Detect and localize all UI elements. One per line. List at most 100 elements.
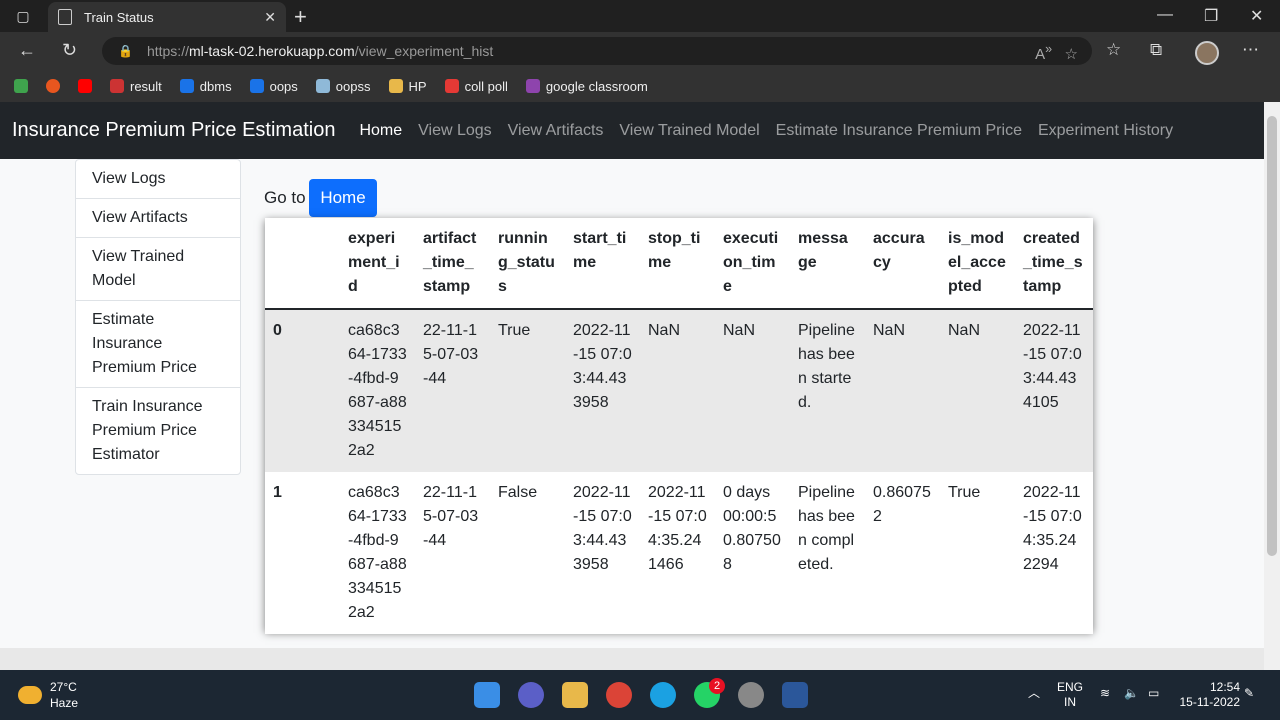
bookmark-item[interactable]: oops bbox=[249, 79, 298, 94]
new-tab-icon[interactable]: + bbox=[294, 4, 307, 30]
favorites-icon[interactable]: ☆ bbox=[1106, 40, 1121, 60]
bookmark-item[interactable] bbox=[78, 79, 92, 93]
windows-taskbar: 27°C Haze ︿ ENG IN ≋ 🔈 ▭ 12:54 15-11-2022 ✎ bbox=[0, 670, 1280, 720]
bookmark-item[interactable]: HP bbox=[388, 79, 427, 94]
sidebar-item-estimate-premium[interactable]: Estimate Insurance Premium Price bbox=[76, 301, 240, 388]
file-explorer-icon[interactable] bbox=[562, 682, 588, 708]
table-cell: 2022-11-15 07:04:35.242294 bbox=[1015, 472, 1093, 634]
scrollbar-thumb[interactable] bbox=[1267, 116, 1277, 556]
language-indicator[interactable]: ENG IN bbox=[1057, 680, 1083, 710]
table-header: start_time bbox=[565, 218, 640, 310]
table-cell: True bbox=[940, 472, 1015, 634]
weather-condition: Haze bbox=[50, 696, 79, 710]
page-viewport: Insurance Premium Price Estimation Home … bbox=[0, 102, 1264, 648]
bookmarks-bar: result dbms oops oopss HP coll poll goog… bbox=[0, 70, 1280, 102]
battery-icon[interactable]: ▭ bbox=[1148, 686, 1159, 701]
refresh-icon[interactable]: ↻ bbox=[62, 40, 77, 61]
horizontal-scrollbar[interactable] bbox=[0, 648, 1264, 670]
sidebar-item-train-estimator[interactable]: Train Insurance Premium Price Estimator bbox=[76, 388, 240, 474]
table-row: 1 ca68c364-1733-4fbd-9687-a883345152a2 2… bbox=[265, 472, 1093, 634]
table-cell: 0.860752 bbox=[865, 472, 940, 634]
bookmark-item[interactable]: coll poll bbox=[444, 79, 508, 94]
sidebar-item-view-trained-model[interactable]: View Trained Model bbox=[76, 238, 240, 301]
page-icon bbox=[58, 9, 72, 25]
word-icon[interactable] bbox=[782, 682, 808, 708]
table-cell: ca68c364-1733-4fbd-9687-a883345152a2 bbox=[340, 309, 415, 472]
lock-icon[interactable]: 🔒 bbox=[118, 44, 133, 58]
clock[interactable]: 12:54 15-11-2022 bbox=[1180, 680, 1241, 710]
wifi-icon[interactable]: ≋ bbox=[1100, 686, 1110, 701]
settings-gear-icon[interactable] bbox=[738, 682, 764, 708]
bookmark-item[interactable]: result bbox=[110, 79, 162, 94]
result-icon bbox=[110, 79, 124, 93]
sidebar-item-view-logs[interactable]: View Logs bbox=[76, 160, 240, 199]
edge-e-icon bbox=[249, 79, 264, 93]
read-aloud-icon[interactable]: A» ☆ bbox=[1035, 42, 1078, 63]
more-menu-icon[interactable]: ⋯ bbox=[1242, 40, 1259, 60]
close-window-icon[interactable]: ✕ bbox=[1250, 6, 1263, 26]
table-header: execution_time bbox=[715, 218, 790, 310]
youtube-icon bbox=[78, 79, 92, 93]
tab-title: Train Status bbox=[84, 9, 154, 25]
nav-home[interactable]: Home bbox=[359, 122, 402, 140]
table-cell: ca68c364-1733-4fbd-9687-a883345152a2 bbox=[340, 472, 415, 634]
edge-icon[interactable] bbox=[650, 682, 676, 708]
chrome-icon[interactable] bbox=[606, 682, 632, 708]
table-cell: 2022-11-15 07:03:44.433958 bbox=[565, 309, 640, 472]
table-cell: NaN bbox=[865, 309, 940, 472]
site-navbar: Insurance Premium Price Estimation Home … bbox=[0, 102, 1264, 159]
collections-icon[interactable]: ⧉ bbox=[1150, 40, 1162, 60]
weather-haze-icon bbox=[18, 686, 42, 704]
bookmark-item[interactable] bbox=[46, 79, 60, 93]
table-cell: Pipeline has been started. bbox=[790, 309, 865, 472]
nav-view-trained-model[interactable]: View Trained Model bbox=[619, 122, 759, 140]
whatsapp-badge: 2 bbox=[709, 678, 725, 694]
teams-chat-icon[interactable] bbox=[518, 682, 544, 708]
table-header: created_time_stamp bbox=[1015, 218, 1093, 310]
weather-widget[interactable]: 27°C Haze bbox=[18, 679, 78, 711]
browser-tab[interactable]: Train Status ✕ bbox=[48, 2, 286, 32]
notification-icon[interactable]: ✎ bbox=[1244, 686, 1254, 701]
start-icon[interactable] bbox=[474, 682, 500, 708]
nav-view-artifacts[interactable]: View Artifacts bbox=[508, 122, 604, 140]
green-glyph-icon bbox=[14, 79, 28, 93]
table-cell: 0 bbox=[265, 309, 340, 472]
volume-icon[interactable]: 🔈 bbox=[1124, 686, 1139, 701]
site-brand[interactable]: Insurance Premium Price Estimation bbox=[12, 119, 335, 142]
home-button[interactable]: Home bbox=[309, 179, 377, 217]
table-cell: False bbox=[490, 472, 565, 634]
table-cell: 0 days 00:00:50.807508 bbox=[715, 472, 790, 634]
bookmark-item[interactable] bbox=[14, 79, 28, 93]
table-cell: 2022-11-15 07:03:44.434105 bbox=[1015, 309, 1093, 472]
table-row: 0 ca68c364-1733-4fbd-9687-a883345152a2 2… bbox=[265, 309, 1093, 472]
profile-avatar[interactable] bbox=[1195, 41, 1219, 65]
vertical-scrollbar[interactable] bbox=[1264, 102, 1280, 670]
close-tab-icon[interactable]: ✕ bbox=[264, 9, 276, 26]
bookmark-item[interactable]: google classroom bbox=[525, 79, 648, 94]
restore-icon[interactable]: ❐ bbox=[1204, 6, 1218, 26]
address-bar-row: ← ↻ 🔒 https://ml-task-02.herokuapp.com/v… bbox=[0, 32, 1280, 70]
chevron-up-icon[interactable]: ︿ bbox=[1028, 686, 1040, 701]
table-header: accuracy bbox=[865, 218, 940, 310]
nav-experiment-history[interactable]: Experiment History bbox=[1038, 122, 1173, 140]
bookmark-item[interactable]: oopss bbox=[315, 79, 371, 94]
table-header: artifact_time_stamp bbox=[415, 218, 490, 310]
bookmark-item[interactable]: dbms bbox=[179, 79, 232, 94]
edge-e-icon bbox=[179, 79, 194, 93]
back-icon[interactable]: ← bbox=[18, 40, 36, 61]
url-input[interactable]: 🔒 https://ml-task-02.herokuapp.com/view_… bbox=[102, 37, 1092, 65]
table-cell: 22-11-15-07-03-44 bbox=[415, 472, 490, 634]
table-header: experiment_id bbox=[340, 218, 415, 310]
folder-icon bbox=[388, 79, 403, 93]
sidebar-item-view-artifacts[interactable]: View Artifacts bbox=[76, 199, 240, 238]
table-header: stop_time bbox=[640, 218, 715, 310]
tab-actions-icon[interactable]: ▢ bbox=[14, 7, 32, 25]
minimize-icon[interactable]: — bbox=[1157, 6, 1173, 24]
table-cell: 2022-11-15 07:04:35.241466 bbox=[640, 472, 715, 634]
table-cell: 1 bbox=[265, 472, 340, 634]
nav-view-logs[interactable]: View Logs bbox=[418, 122, 492, 140]
nav-estimate-premium[interactable]: Estimate Insurance Premium Price bbox=[776, 122, 1022, 140]
table-header: running_status bbox=[490, 218, 565, 310]
table-header: is_model_accepted bbox=[940, 218, 1015, 310]
sidebar-menu: View Logs View Artifacts View Trained Mo… bbox=[75, 159, 241, 475]
